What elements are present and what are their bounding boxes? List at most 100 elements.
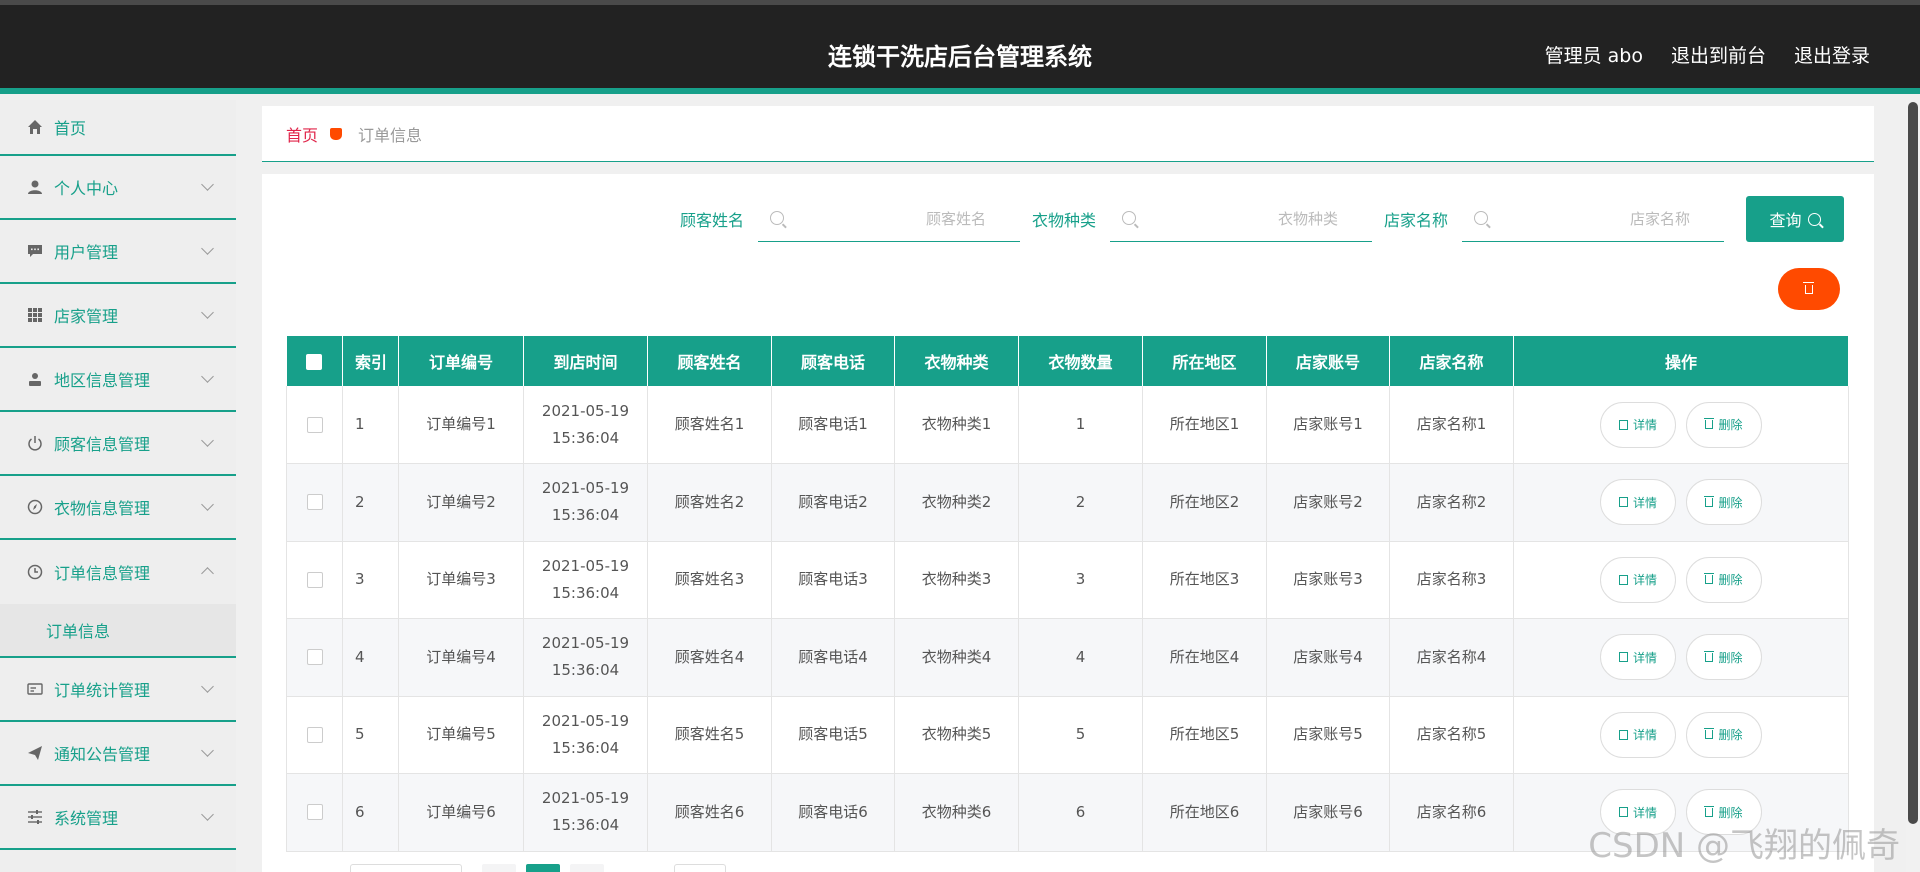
delete-button[interactable]: 删除 bbox=[1686, 634, 1762, 681]
chevron-down-icon bbox=[201, 808, 214, 821]
actions-cell: 详情 删除 bbox=[1513, 541, 1849, 619]
table-cell: 订单编号1 bbox=[398, 386, 524, 464]
breadcrumb-home[interactable]: 首页 bbox=[286, 122, 318, 146]
table-cell: 店家名称4 bbox=[1389, 618, 1514, 697]
delete-button[interactable]: 删除 bbox=[1686, 401, 1762, 448]
page-button-current[interactable] bbox=[526, 864, 560, 872]
row-checkbox[interactable] bbox=[306, 804, 323, 821]
col-header: 顾客电话 bbox=[771, 336, 895, 386]
row-select-cell bbox=[286, 386, 343, 464]
table-cell: 店家名称6 bbox=[1389, 773, 1514, 852]
table-cell: 6 bbox=[1018, 773, 1143, 852]
col-header: 顾客姓名 bbox=[647, 336, 772, 386]
sidebar-item-label: 店家管理 bbox=[54, 307, 119, 326]
row-actions: 详情 删除 bbox=[1514, 556, 1848, 603]
detail-button[interactable]: 详情 bbox=[1600, 711, 1676, 758]
sidebar-item-order-management[interactable]: 订单信息管理 bbox=[0, 540, 236, 604]
col-header: 衣物数量 bbox=[1018, 336, 1143, 386]
query-button[interactable]: 查询 bbox=[1746, 196, 1844, 242]
batch-delete-button[interactable] bbox=[1778, 268, 1840, 310]
sidebar-item-shop-management[interactable]: 店家管理 bbox=[0, 284, 236, 348]
table-cell: 顾客电话3 bbox=[771, 541, 895, 619]
detail-button[interactable]: 详情 bbox=[1600, 401, 1676, 448]
scrollbar[interactable] bbox=[1906, 100, 1920, 872]
row-checkbox[interactable] bbox=[306, 494, 323, 511]
delete-button[interactable]: 删除 bbox=[1686, 711, 1762, 758]
delete-button-label: 删除 bbox=[1718, 573, 1743, 588]
sidebar-item-clothing-management[interactable]: 衣物信息管理 bbox=[0, 476, 236, 540]
table-cell: 顾客姓名1 bbox=[647, 386, 772, 464]
logout-link[interactable]: 退出登录 bbox=[1794, 41, 1870, 68]
document-icon bbox=[1618, 497, 1628, 508]
document-icon bbox=[1618, 729, 1628, 740]
detail-button-label: 详情 bbox=[1632, 573, 1657, 588]
chevron-down-icon bbox=[201, 178, 214, 191]
detail-button[interactable]: 详情 bbox=[1600, 634, 1676, 681]
delete-button[interactable]: 删除 bbox=[1686, 479, 1762, 526]
table-cell: 2021-05-19 15:36:04 bbox=[523, 463, 648, 542]
goto-page-input[interactable] bbox=[674, 864, 726, 872]
document-icon bbox=[1618, 807, 1628, 818]
sidebar-item-personal-center[interactable]: 个人中心 bbox=[0, 156, 236, 220]
prev-page-button[interactable] bbox=[482, 864, 516, 872]
delete-button[interactable]: 删除 bbox=[1686, 556, 1762, 603]
customer-name-field bbox=[757, 196, 1020, 242]
sliders-icon bbox=[26, 808, 44, 826]
delete-button-label: 删除 bbox=[1718, 728, 1743, 743]
main-content: 顾客姓名 衣物种类 店家名称 查询 索引 订单编号 到店时间 bbox=[262, 174, 1874, 872]
trash-icon bbox=[1704, 418, 1715, 429]
watermark: CSDN @飞翔的佩奇 bbox=[1588, 826, 1900, 866]
sidebar-item-order-statistics[interactable]: 订单统计管理 bbox=[0, 658, 236, 722]
table-cell: 店家名称3 bbox=[1389, 541, 1514, 619]
shop-name-input[interactable] bbox=[1462, 196, 1724, 241]
row-checkbox[interactable] bbox=[306, 571, 323, 588]
detail-button[interactable]: 详情 bbox=[1600, 479, 1676, 526]
table-cell: 衣物种类5 bbox=[894, 696, 1019, 774]
page-size-select[interactable] bbox=[350, 864, 462, 872]
table-row: 1 订单编号1 2021-05-19 15:36:04 顾客姓名1 顾客电话1 衣物种类1… bbox=[286, 386, 1849, 464]
breadcrumb-current: 订单信息 bbox=[358, 125, 423, 145]
col-header: 订单编号 bbox=[398, 336, 524, 386]
detail-button-label: 详情 bbox=[1632, 495, 1657, 510]
clothing-type-input[interactable] bbox=[1109, 196, 1372, 241]
submenu-item-order-info[interactable]: 订单信息 bbox=[46, 618, 110, 642]
next-page-button[interactable] bbox=[570, 864, 604, 872]
select-all-cell bbox=[286, 336, 343, 386]
sidebar-item-region-management[interactable]: 地区信息管理 bbox=[0, 348, 236, 412]
search-icon bbox=[1474, 211, 1488, 225]
row-checkbox[interactable] bbox=[306, 649, 323, 666]
sidebar-item-notice-management[interactable]: 通知公告管理 bbox=[0, 722, 236, 786]
sidebar-item-system-management[interactable]: 系统管理 bbox=[0, 786, 236, 850]
clothing-type-label: 衣物种类 bbox=[1031, 211, 1096, 230]
admin-user-link[interactable]: 管理员 abo bbox=[1545, 41, 1643, 68]
actions-cell: 详情 删除 bbox=[1513, 696, 1849, 774]
chevron-down-icon bbox=[201, 242, 214, 255]
table-cell: 订单编号6 bbox=[398, 773, 524, 852]
scroll-thumb[interactable] bbox=[1908, 102, 1918, 824]
row-select-cell bbox=[286, 463, 343, 542]
sidebar-item-home[interactable]: 首页 bbox=[0, 100, 236, 156]
customer-name-input[interactable] bbox=[757, 196, 1020, 241]
sidebar-item-user-management[interactable]: 用户管理 bbox=[0, 220, 236, 284]
search-form: 顾客姓名 衣物种类 店家名称 查询 bbox=[680, 196, 1844, 242]
col-header: 所在地区 bbox=[1142, 336, 1267, 386]
table-cell: 所在地区6 bbox=[1142, 773, 1267, 852]
row-checkbox[interactable] bbox=[306, 416, 323, 433]
trash-icon bbox=[1704, 805, 1715, 817]
sidebar-item-customer-management[interactable]: 顾客信息管理 bbox=[0, 412, 236, 476]
trash-icon bbox=[1704, 728, 1715, 740]
table-row: 2 订单编号2 2021-05-19 15:36:04 顾客姓名2 顾客电话2 衣物种类2… bbox=[286, 463, 1849, 542]
back-to-frontend-link[interactable]: 退出到前台 bbox=[1671, 41, 1766, 68]
sidebar-item-label: 订单信息管理 bbox=[54, 564, 151, 583]
detail-button[interactable]: 详情 bbox=[1600, 556, 1676, 603]
table-cell: 2021-05-19 15:36:04 bbox=[523, 618, 648, 697]
table-cell: 1 bbox=[342, 386, 399, 464]
select-all-checkbox[interactable] bbox=[306, 354, 323, 370]
user-pin-icon bbox=[26, 370, 44, 388]
search-icon bbox=[769, 211, 784, 225]
pagination bbox=[350, 864, 726, 872]
sidebar-item-label: 地区信息管理 bbox=[54, 371, 151, 390]
send-icon bbox=[26, 744, 44, 762]
row-checkbox[interactable] bbox=[306, 726, 323, 743]
table-cell: 顾客姓名3 bbox=[647, 541, 772, 619]
